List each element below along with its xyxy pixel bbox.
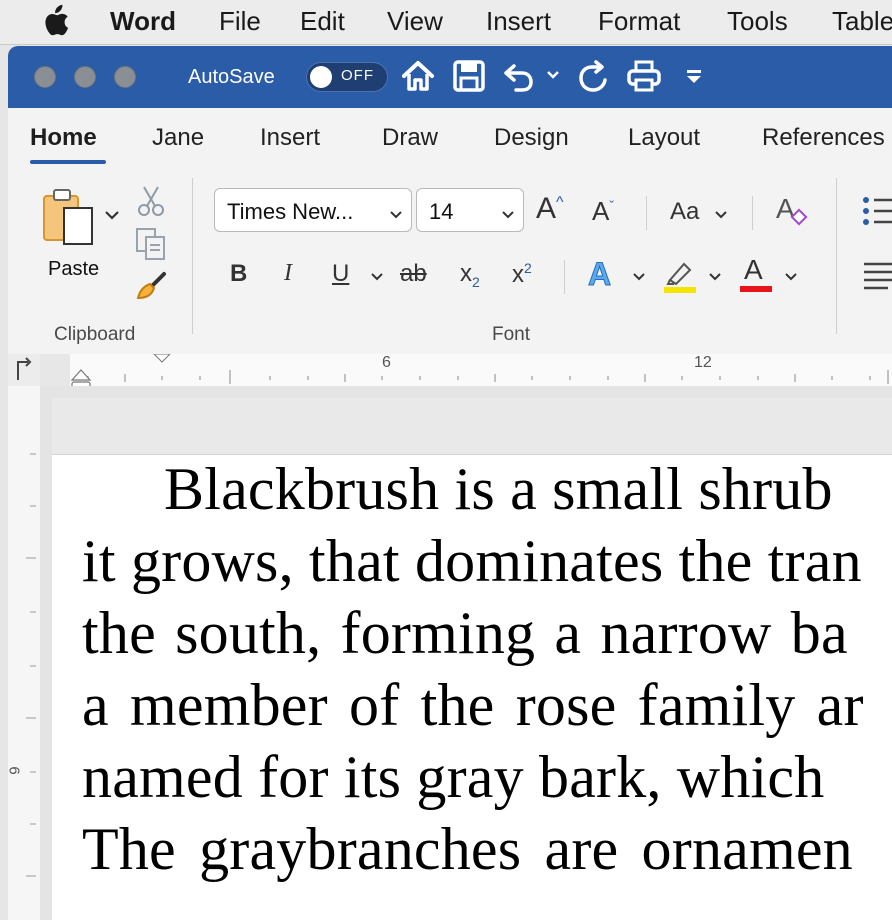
undo-dropdown-chevron-icon[interactable] — [546, 68, 560, 86]
grow-font-label: A — [536, 192, 557, 225]
group-divider — [836, 178, 837, 334]
superscript-label: x — [512, 261, 524, 288]
document-line-3[interactable]: the south, forming a narrow ba — [82, 599, 848, 668]
shrink-caret-icon: ˇ — [609, 197, 615, 214]
tab-home[interactable]: Home — [30, 124, 97, 152]
text-effects-button[interactable]: A — [587, 256, 611, 293]
minimize-window-button[interactable] — [74, 66, 96, 88]
font-name-chevron-icon — [389, 201, 403, 227]
font-size-chevron-icon — [501, 201, 515, 227]
highlight-chevron-icon[interactable] — [708, 270, 722, 288]
superscript-button[interactable]: x2 — [512, 260, 532, 289]
title-bar: AutoSave OFF — [8, 46, 892, 108]
zoom-window-button[interactable] — [114, 66, 136, 88]
vertical-ruler-mark-6: 6 — [5, 766, 23, 775]
menu-app-name[interactable]: Word — [110, 6, 176, 37]
paste-label[interactable]: Paste — [48, 258, 99, 281]
svg-text:A: A — [776, 193, 795, 224]
menu-view[interactable]: View — [387, 6, 443, 37]
change-case-button[interactable]: Aa — [670, 198, 699, 226]
font-color-swatch — [740, 286, 772, 292]
underline-button[interactable]: U — [332, 260, 349, 288]
print-icon[interactable] — [626, 58, 662, 99]
change-case-chevron-icon[interactable] — [714, 208, 728, 226]
font-name-value: Times New... — [227, 199, 354, 224]
home-icon[interactable] — [400, 58, 436, 99]
tab-design[interactable]: Design — [494, 124, 569, 152]
subscript-label: x — [460, 260, 472, 287]
grow-font-button[interactable]: A^ — [536, 192, 564, 226]
copy-icon[interactable] — [134, 226, 168, 267]
document-page[interactable]: Blackbrush is a small shrub it grows, th… — [52, 455, 892, 920]
format-painter-icon[interactable] — [134, 268, 170, 309]
subscript-button[interactable]: x2 — [460, 260, 480, 290]
document-line-1[interactable]: Blackbrush is a small shrub — [164, 455, 833, 524]
change-case-label: Aa — [670, 198, 700, 225]
menu-format[interactable]: Format — [598, 6, 680, 37]
ruler-mark-12: 12 — [694, 354, 712, 371]
paste-icon[interactable] — [40, 186, 104, 255]
redo-icon[interactable] — [576, 58, 610, 99]
tab-references[interactable]: References — [762, 124, 885, 152]
tab-insert[interactable]: Insert — [260, 124, 320, 152]
font-name-select[interactable]: Times New... — [214, 188, 412, 232]
vertical-ruler[interactable]: 6 — [5, 386, 41, 920]
document-line-4[interactable]: a member of the rose family ar — [82, 671, 864, 740]
ribbon: Paste Clipboard Times New... 14 A^ Aˇ Aa… — [8, 168, 892, 355]
toggle-knob — [310, 66, 332, 88]
menu-insert[interactable]: Insert — [486, 6, 551, 37]
active-tab-indicator — [30, 160, 106, 164]
tab-draw[interactable]: Draw — [382, 124, 438, 152]
menu-file[interactable]: File — [219, 6, 261, 37]
clear-formatting-icon[interactable]: A — [774, 192, 810, 233]
cut-icon[interactable] — [136, 184, 166, 223]
grow-caret-icon: ^ — [556, 194, 564, 211]
menu-bar: Word File Edit View Insert Format Tools … — [0, 0, 892, 45]
font-group-label: Font — [492, 324, 531, 345]
ribbon-tabs: Home Jane Insert Draw Design Layout Refe… — [8, 108, 892, 168]
menu-edit[interactable]: Edit — [300, 6, 345, 37]
ruler-text-area: 6 12 — [70, 354, 892, 386]
font-size-value: 14 — [429, 199, 454, 224]
autosave-label: AutoSave — [188, 66, 275, 88]
tab-jane[interactable]: Jane — [152, 124, 204, 152]
align-left-icon[interactable] — [864, 260, 892, 295]
document-line-5[interactable]: named for its gray bark, which — [82, 743, 824, 812]
highlight-icon[interactable] — [662, 258, 698, 299]
ruler-mark-6: 6 — [382, 354, 391, 371]
customize-toolbar-icon[interactable] — [684, 68, 704, 91]
paste-dropdown-chevron-icon[interactable] — [104, 208, 120, 226]
menu-table[interactable]: Table — [832, 6, 892, 37]
font-color-button[interactable]: A — [744, 254, 763, 286]
divider — [646, 196, 647, 230]
subscript-mark: 2 — [472, 273, 480, 290]
italic-button[interactable]: I — [284, 260, 292, 287]
underline-chevron-icon[interactable] — [370, 270, 384, 288]
group-divider — [192, 178, 193, 334]
bullets-icon[interactable] — [860, 194, 892, 233]
autosave-toggle[interactable]: OFF — [306, 62, 388, 92]
apple-icon[interactable] — [40, 4, 70, 45]
close-window-button[interactable] — [34, 66, 56, 88]
divider — [752, 196, 753, 230]
undo-icon[interactable] — [502, 58, 536, 99]
clipboard-group-label: Clipboard — [54, 324, 136, 345]
page-top-margin — [52, 398, 892, 455]
tab-selector[interactable] — [8, 354, 40, 386]
bold-button[interactable]: B — [230, 260, 247, 288]
toggle-state-label: OFF — [341, 67, 374, 84]
document-line-2[interactable]: it grows, that dominates the tran — [82, 527, 862, 596]
save-icon[interactable] — [452, 58, 486, 99]
superscript-mark: 2 — [524, 260, 532, 276]
menu-tools[interactable]: Tools — [727, 6, 788, 37]
divider — [564, 260, 565, 294]
tab-layout[interactable]: Layout — [628, 124, 700, 152]
shrink-font-label: A — [592, 196, 610, 226]
font-color-chevron-icon[interactable] — [784, 270, 798, 288]
font-size-select[interactable]: 14 — [416, 188, 524, 232]
shrink-font-button[interactable]: Aˇ — [592, 196, 614, 227]
strikethrough-button[interactable]: ab — [400, 260, 427, 288]
document-line-6[interactable]: The graybranches are ornamen — [82, 815, 853, 884]
text-effects-chevron-icon[interactable] — [632, 270, 646, 288]
